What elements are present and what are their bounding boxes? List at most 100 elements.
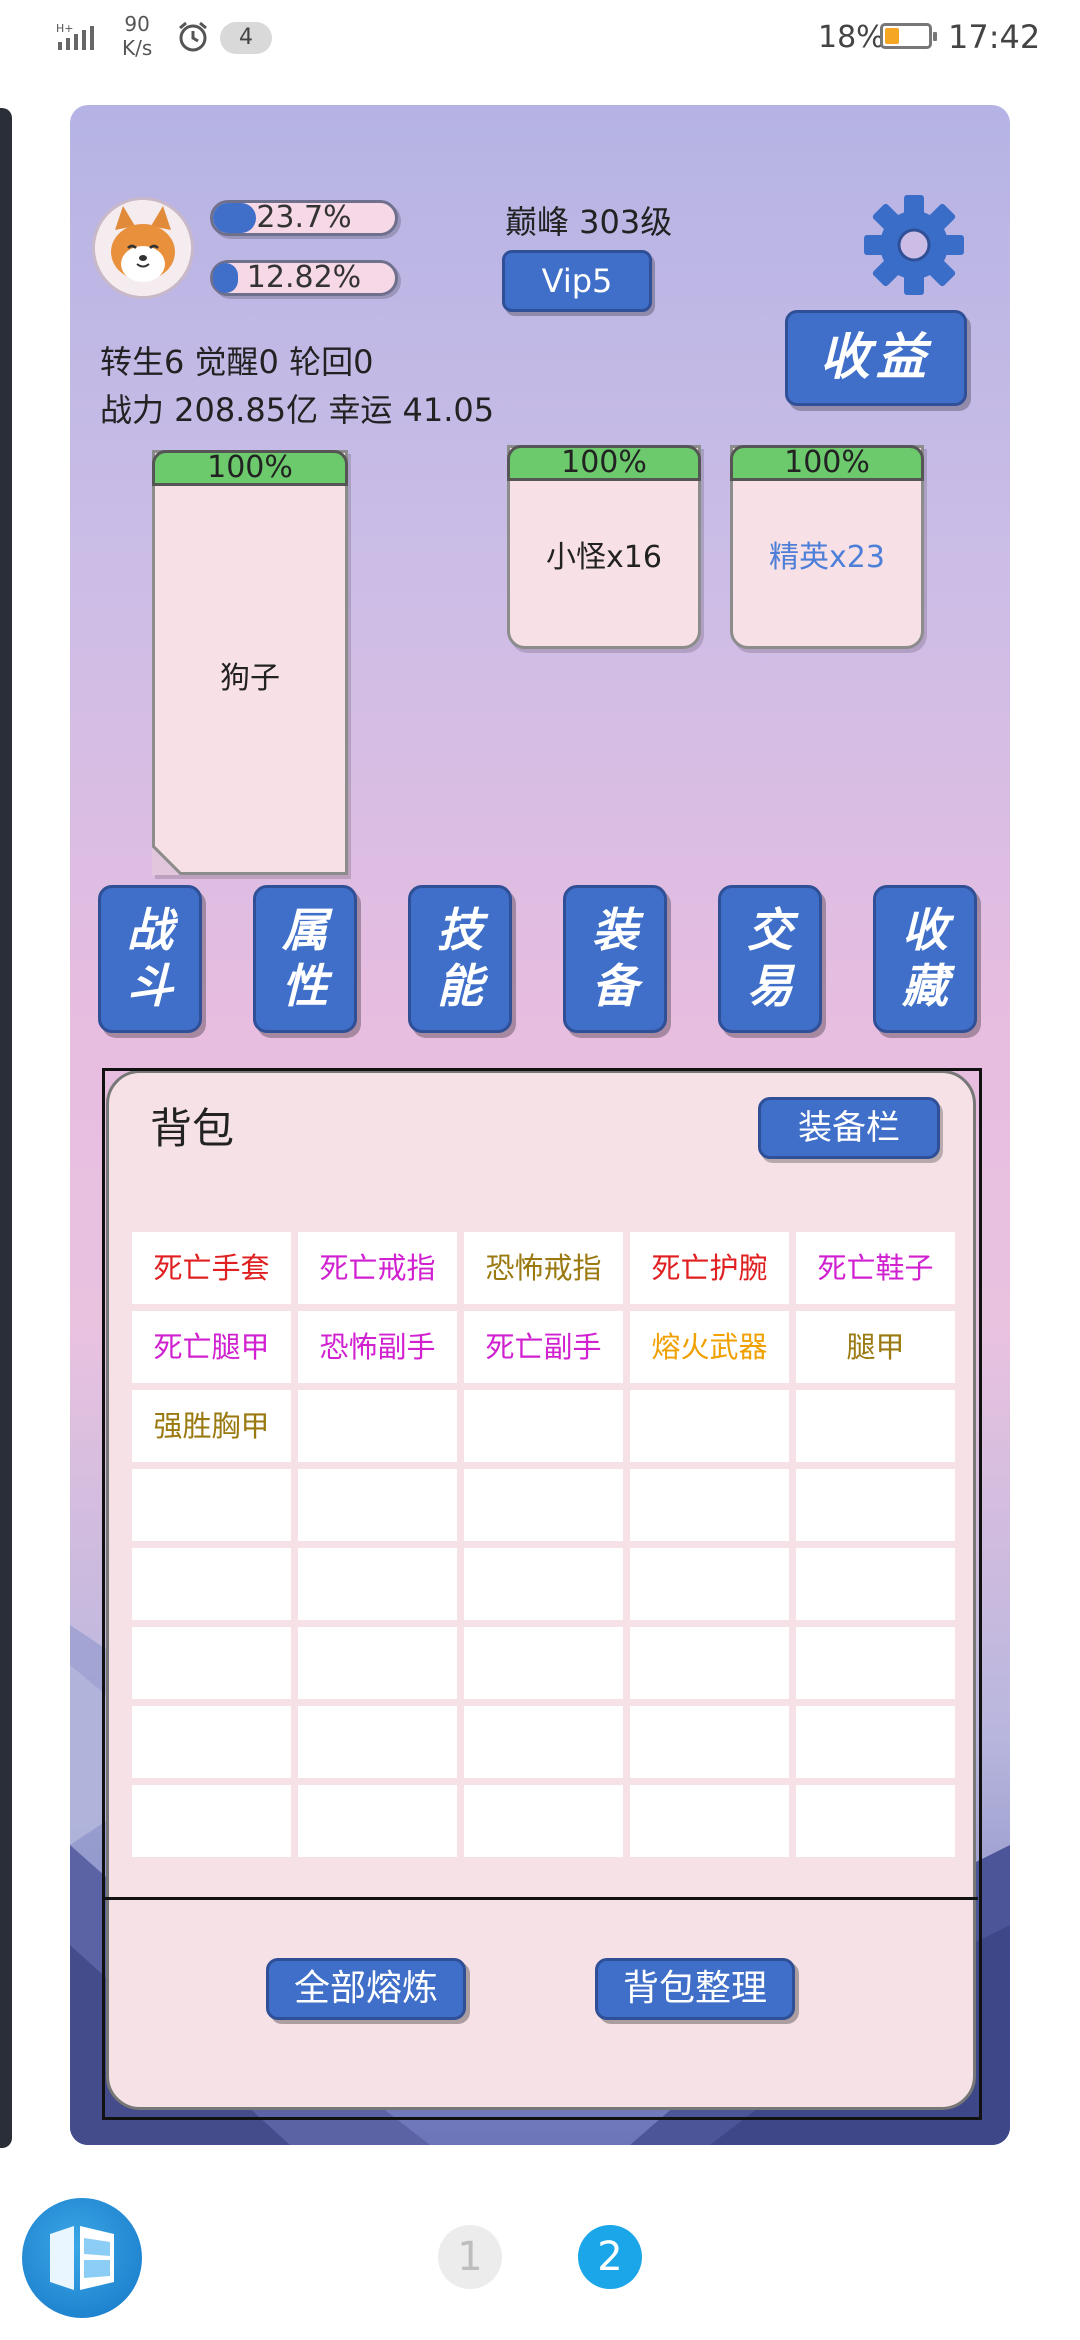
level-label: 巅峰 303级 [505,203,673,241]
tab-attributes-char2: 性 [282,959,328,1013]
inventory-slot-empty[interactable] [464,1627,623,1699]
tab-battle-char1: 战 [127,903,173,957]
alarm-icon [179,21,207,52]
cube-window-icon [50,2226,114,2290]
status-bar: H+ 90 K/s 4 18% 17:42 [0,0,1080,80]
elite-hp-bar: 100% [730,445,924,481]
battery-fill [885,28,900,44]
inventory-item[interactable]: 恐怖戒指 [464,1232,623,1304]
minion-card[interactable]: 100% 小怪x16 [507,445,701,649]
tab-skills[interactable]: 技 能 [408,885,512,1033]
inventory-slot-empty[interactable] [464,1785,623,1857]
second-progress-bar: 12.82% [210,260,398,296]
network-type: H+ [56,22,74,35]
battery-icon [880,23,937,49]
app-switcher-icon[interactable] [22,2198,142,2318]
tab-trade[interactable]: 交 易 [718,885,822,1033]
settings-gear-icon[interactable] [862,193,966,297]
inventory-slot-empty[interactable] [796,1706,955,1778]
inventory-slot-empty[interactable] [630,1548,789,1620]
tab-attributes[interactable]: 属 性 [253,885,357,1033]
boss-name: 狗子 [220,661,280,696]
inventory-slot-empty[interactable] [630,1627,789,1699]
inventory-item[interactable]: 腿甲 [796,1311,955,1383]
inventory-slot-empty[interactable] [464,1706,623,1778]
tab-collection-char2: 藏 [902,959,948,1013]
tab-skills-char2: 能 [437,959,483,1013]
exp-progress-bar: 23.7% [210,200,398,236]
game-screen: 23.7% 12.82% 巅峰 303级 Vip5 收益 转生6 觉醒0 轮回0… [70,105,1010,2145]
battery-percent: 18% [818,20,885,55]
page-indicator-1[interactable]: 1 [438,2225,502,2289]
inventory-item[interactable]: 恐怖副手 [298,1311,457,1383]
inventory-slot-empty[interactable] [298,1469,457,1541]
page-indicator-2[interactable]: 2 [578,2225,642,2289]
vip-button[interactable]: Vip5 [502,250,652,312]
speed-unit: K/s [122,36,153,60]
sort-backpack-button[interactable]: 背包整理 [595,1958,795,2020]
tab-collection[interactable]: 收 藏 [873,885,977,1033]
speed-value: 90 [124,12,150,36]
inventory-slot-empty[interactable] [796,1469,955,1541]
tab-battle-char2: 斗 [127,959,173,1013]
inventory-slot-empty[interactable] [298,1390,457,1462]
inventory-item[interactable]: 死亡鞋子 [796,1232,955,1304]
inventory-slot-empty[interactable] [796,1390,955,1462]
inventory-slot-empty[interactable] [464,1469,623,1541]
inventory-slot-empty[interactable] [464,1390,623,1462]
tab-equipment-char1: 装 [592,903,638,957]
network-speed: 90 K/s [122,12,152,60]
power-luck-stats: 战力 208.85亿 幸运 41.05 [100,391,495,429]
tab-equipment-char2: 备 [592,959,638,1013]
inventory-slot-empty[interactable] [298,1785,457,1857]
inventory-slot-empty[interactable] [630,1390,789,1462]
tab-battle[interactable]: 战 斗 [98,885,202,1033]
avatar[interactable] [92,197,194,299]
inventory-slot-empty[interactable] [298,1706,457,1778]
inventory-item[interactable]: 死亡副手 [464,1311,623,1383]
inventory-slot-empty[interactable] [796,1627,955,1699]
inventory-slot-empty[interactable] [298,1548,457,1620]
notification-badge: 4 [220,22,272,54]
tab-equipment[interactable]: 装 备 [563,885,667,1033]
inventory-item[interactable]: 强胜胸甲 [132,1390,291,1462]
equipment-bar-button[interactable]: 装备栏 [758,1097,940,1159]
card-corner-cut [152,845,182,875]
tab-trade-char2: 易 [747,959,793,1013]
inventory-item[interactable]: 熔火武器 [630,1311,789,1383]
inventory-slot-empty[interactable] [132,1469,291,1541]
dog-avatar-icon [95,200,191,296]
boss-card[interactable]: 100% 狗子 [152,450,348,875]
minion-hp-bar: 100% [507,445,701,481]
inventory-slot-empty[interactable] [464,1548,623,1620]
inventory-slot-empty[interactable] [630,1469,789,1541]
inventory-item[interactable]: 死亡腿甲 [132,1311,291,1383]
inventory-slot-empty[interactable] [630,1785,789,1857]
inventory-item[interactable]: 死亡戒指 [298,1232,457,1304]
tab-trade-char1: 交 [747,903,793,957]
panel-divider [104,1897,978,1900]
inventory-slot-empty[interactable] [630,1706,789,1778]
boss-hp-bar: 100% [152,450,348,486]
inventory-slot-empty[interactable] [132,1706,291,1778]
smelt-all-button[interactable]: 全部熔炼 [266,1958,466,2020]
inventory-grid: 死亡手套 死亡戒指 恐怖戒指 死亡护腕 死亡鞋子死亡腿甲 恐怖副手 死亡副手 熔火武器 腿甲强胜… [132,1232,958,1857]
inventory-item[interactable]: 死亡手套 [132,1232,291,1304]
tab-attributes-char1: 属 [282,903,328,957]
signal-icon: H+ [56,22,94,50]
previous-app-card-edge[interactable] [0,108,12,2148]
inventory-slot-empty[interactable] [132,1627,291,1699]
reincarnation-stats: 转生6 觉醒0 轮回0 [100,343,374,381]
tab-skills-char1: 技 [437,903,483,957]
tab-collection-char1: 收 [902,903,948,957]
income-button[interactable]: 收益 [785,310,967,406]
inventory-item[interactable]: 死亡护腕 [630,1232,789,1304]
inventory-slot-empty[interactable] [298,1627,457,1699]
backpack-title: 背包 [150,1104,235,1153]
inventory-slot-empty[interactable] [796,1548,955,1620]
elite-card[interactable]: 100% 精英x23 [730,445,924,649]
minion-count: 小怪x16 [546,540,662,575]
inventory-slot-empty[interactable] [132,1548,291,1620]
inventory-slot-empty[interactable] [132,1785,291,1857]
inventory-slot-empty[interactable] [796,1785,955,1857]
